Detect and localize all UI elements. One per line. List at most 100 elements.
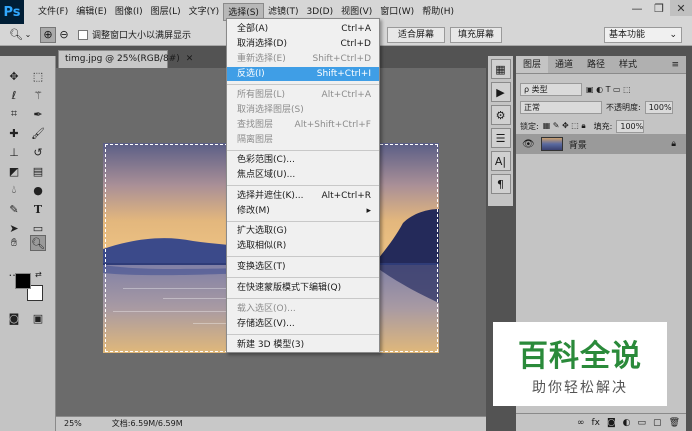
- marquee-tool-icon[interactable]: ⬚: [30, 68, 46, 84]
- menu-item-save-selection[interactable]: 存储选区(V)...: [237, 317, 371, 331]
- layer-kind-filter[interactable]: ρ 类型: [520, 82, 582, 96]
- restore-icon[interactable]: ❐: [648, 0, 670, 16]
- menu-window[interactable]: 窗口(W): [376, 3, 418, 21]
- menu-type[interactable]: 文字(Y): [185, 3, 224, 21]
- menu-item-all[interactable]: 全部(A) Ctrl+A: [237, 22, 371, 36]
- foreground-color-swatch[interactable]: [15, 273, 31, 289]
- character-panel-icon[interactable]: A|: [490, 151, 511, 171]
- eraser-icon[interactable]: ◩: [6, 163, 22, 179]
- menu-item-color-range[interactable]: 色彩范围(C)...: [237, 153, 371, 167]
- layer-row[interactable]: 👁︎ 背景 🔒︎: [516, 134, 686, 154]
- fx-icon[interactable]: fx: [591, 418, 600, 428]
- zoom-tool-selected-icon[interactable]: 🔍︎: [30, 235, 46, 251]
- close-tab-icon[interactable]: ✕: [186, 54, 194, 64]
- quick-mask-icon[interactable]: ◙: [6, 310, 22, 326]
- clone-stamp-icon[interactable]: ⊥: [6, 144, 22, 160]
- history-panel-icon[interactable]: ▦: [490, 59, 511, 79]
- menu-item-modify[interactable]: 修改(M) ▸: [237, 204, 371, 218]
- panel-menu-icon[interactable]: ≡: [664, 56, 686, 73]
- paragraph-panel-icon[interactable]: ¶: [490, 174, 511, 194]
- fill-screen-button[interactable]: 填充屏幕: [450, 27, 502, 43]
- menu-item-reselect[interactable]: 重新选择(E) Shift+Ctrl+D: [237, 52, 371, 66]
- menu-item-load-selection[interactable]: 载入选区(O)...: [237, 302, 371, 316]
- workspace-select[interactable]: 基本功能 ⌄: [604, 27, 682, 43]
- lasso-tool-icon[interactable]: ℓ: [6, 87, 22, 103]
- zoom-tool-icon[interactable]: 🔍︎: [8, 27, 24, 43]
- menu-separator: [227, 277, 379, 278]
- close-icon[interactable]: ✕: [670, 0, 692, 16]
- adjustment-layer-icon[interactable]: ◐: [623, 418, 631, 428]
- link-icon[interactable]: ∞: [577, 418, 585, 428]
- blur-tool-icon[interactable]: 💧︎: [6, 182, 22, 198]
- menu-item-all-layers[interactable]: 所有图层(L) Alt+Ctrl+A: [237, 88, 371, 102]
- type-tool-icon[interactable]: T: [30, 201, 46, 217]
- menu-item-isolate-layers[interactable]: 隔离图层: [237, 133, 371, 147]
- status-bar: 25% 文档:6.59M/6.59M: [56, 416, 486, 431]
- blend-mode-select[interactable]: 正常: [520, 100, 602, 114]
- zoom-out-icon[interactable]: ⊖: [56, 27, 72, 43]
- swap-colors-icon[interactable]: ⇄: [35, 270, 42, 279]
- hand-tool-icon[interactable]: ✋︎: [6, 235, 22, 251]
- move-tool-icon[interactable]: ✥: [6, 68, 22, 84]
- resize-window-checkbox[interactable]: [78, 29, 88, 40]
- tab-layers[interactable]: 图层: [516, 56, 549, 73]
- color-swatches[interactable]: ⇄: [15, 270, 45, 303]
- menu-item-select-and-mask[interactable]: 选择并遮住(K)... Alt+Ctrl+R: [237, 189, 371, 203]
- menu-item-inverse[interactable]: 反选(I) Shift+Ctrl+I: [227, 67, 379, 81]
- group-icon[interactable]: ▭: [638, 418, 647, 428]
- history-brush-icon[interactable]: ↺: [30, 144, 46, 160]
- gradient-icon[interactable]: ▤: [30, 163, 46, 179]
- menu-item-label: 重新选择(E): [237, 54, 286, 64]
- opacity-field[interactable]: 100%: [644, 100, 673, 114]
- menu-item-label: 取消选择(D): [237, 39, 287, 49]
- path-select-icon[interactable]: ➤: [6, 220, 22, 236]
- eyedropper-icon[interactable]: ✒: [30, 106, 46, 122]
- delete-icon[interactable]: 🗑︎: [669, 418, 680, 428]
- new-layer-icon[interactable]: ▢: [653, 418, 662, 428]
- shape-tool-icon[interactable]: ▭: [30, 220, 46, 236]
- menu-file[interactable]: 文件(F): [34, 3, 72, 21]
- menu-separator: [227, 84, 379, 85]
- filter-icons[interactable]: ▣ ◐ T ▭ ⬚: [586, 85, 631, 94]
- tab-paths[interactable]: 路径: [580, 56, 612, 73]
- menu-help[interactable]: 帮助(H): [418, 3, 458, 21]
- properties-panel-icon[interactable]: ⚙: [490, 105, 511, 125]
- tab-channels[interactable]: 通道: [548, 56, 580, 73]
- document-tab[interactable]: timg.jpg @ 25%(RGB/8#) ✕: [58, 50, 193, 68]
- dodge-tool-icon[interactable]: ●: [30, 182, 46, 198]
- menu-item-focus-area[interactable]: 焦点区域(U)...: [237, 168, 371, 182]
- screen-mode-icon[interactable]: ▣: [30, 310, 46, 326]
- document-size: 文档:6.59M/6.59M: [111, 419, 183, 428]
- minimize-icon[interactable]: —: [626, 0, 648, 16]
- pen-tool-icon[interactable]: ✎: [6, 201, 22, 217]
- menu-edit[interactable]: 编辑(E): [72, 3, 111, 21]
- menu-layer[interactable]: 图层(L): [147, 3, 185, 21]
- menu-item-quick-mask[interactable]: 在快速蒙版模式下编辑(Q): [237, 281, 371, 295]
- menu-image[interactable]: 图像(I): [111, 3, 147, 21]
- tool-preset-chevron-icon[interactable]: ⌄: [24, 27, 32, 43]
- adjustments-icon[interactable]: ☰: [490, 128, 511, 148]
- menu-item-similar[interactable]: 选取相似(R): [237, 239, 371, 253]
- menu-item-deselect[interactable]: 取消选择(D) Ctrl+D: [237, 37, 371, 51]
- menu-item-label: 色彩范围(C)...: [237, 155, 295, 165]
- mask-icon[interactable]: ◙: [607, 418, 616, 428]
- visibility-eye-icon[interactable]: 👁︎: [522, 139, 535, 150]
- healing-brush-icon[interactable]: ✚: [6, 125, 22, 141]
- menu-item-deselect-layers[interactable]: 取消选择图层(S): [237, 103, 371, 117]
- fit-screen-button[interactable]: 适合屏幕: [387, 27, 445, 43]
- menu-item-find-layers[interactable]: 查找图层 Alt+Shift+Ctrl+F: [237, 118, 371, 132]
- menu-item-new-3d-model[interactable]: 新建 3D 模型(3): [237, 338, 371, 352]
- zoom-in-icon[interactable]: ⊕: [40, 26, 56, 43]
- layer-thumbnail: [540, 137, 563, 151]
- fill-field[interactable]: 100%: [616, 119, 645, 133]
- actions-play-icon[interactable]: ▶: [490, 82, 511, 102]
- brush-tool-icon[interactable]: 🖌︎: [30, 125, 46, 141]
- watermark-subtitle: 助你轻松解决: [532, 380, 628, 396]
- zoom-level[interactable]: 25%: [56, 417, 82, 431]
- magic-wand-icon[interactable]: ⚚: [30, 87, 46, 103]
- menu-item-grow[interactable]: 扩大选取(G): [237, 224, 371, 238]
- lock-icons[interactable]: ▦ ✎ ✥ ⬚ 🔒︎: [543, 121, 586, 131]
- menu-item-transform-selection[interactable]: 变换选区(T): [237, 260, 371, 274]
- tab-styles[interactable]: 样式: [612, 56, 644, 73]
- crop-tool-icon[interactable]: ⌗: [6, 106, 22, 122]
